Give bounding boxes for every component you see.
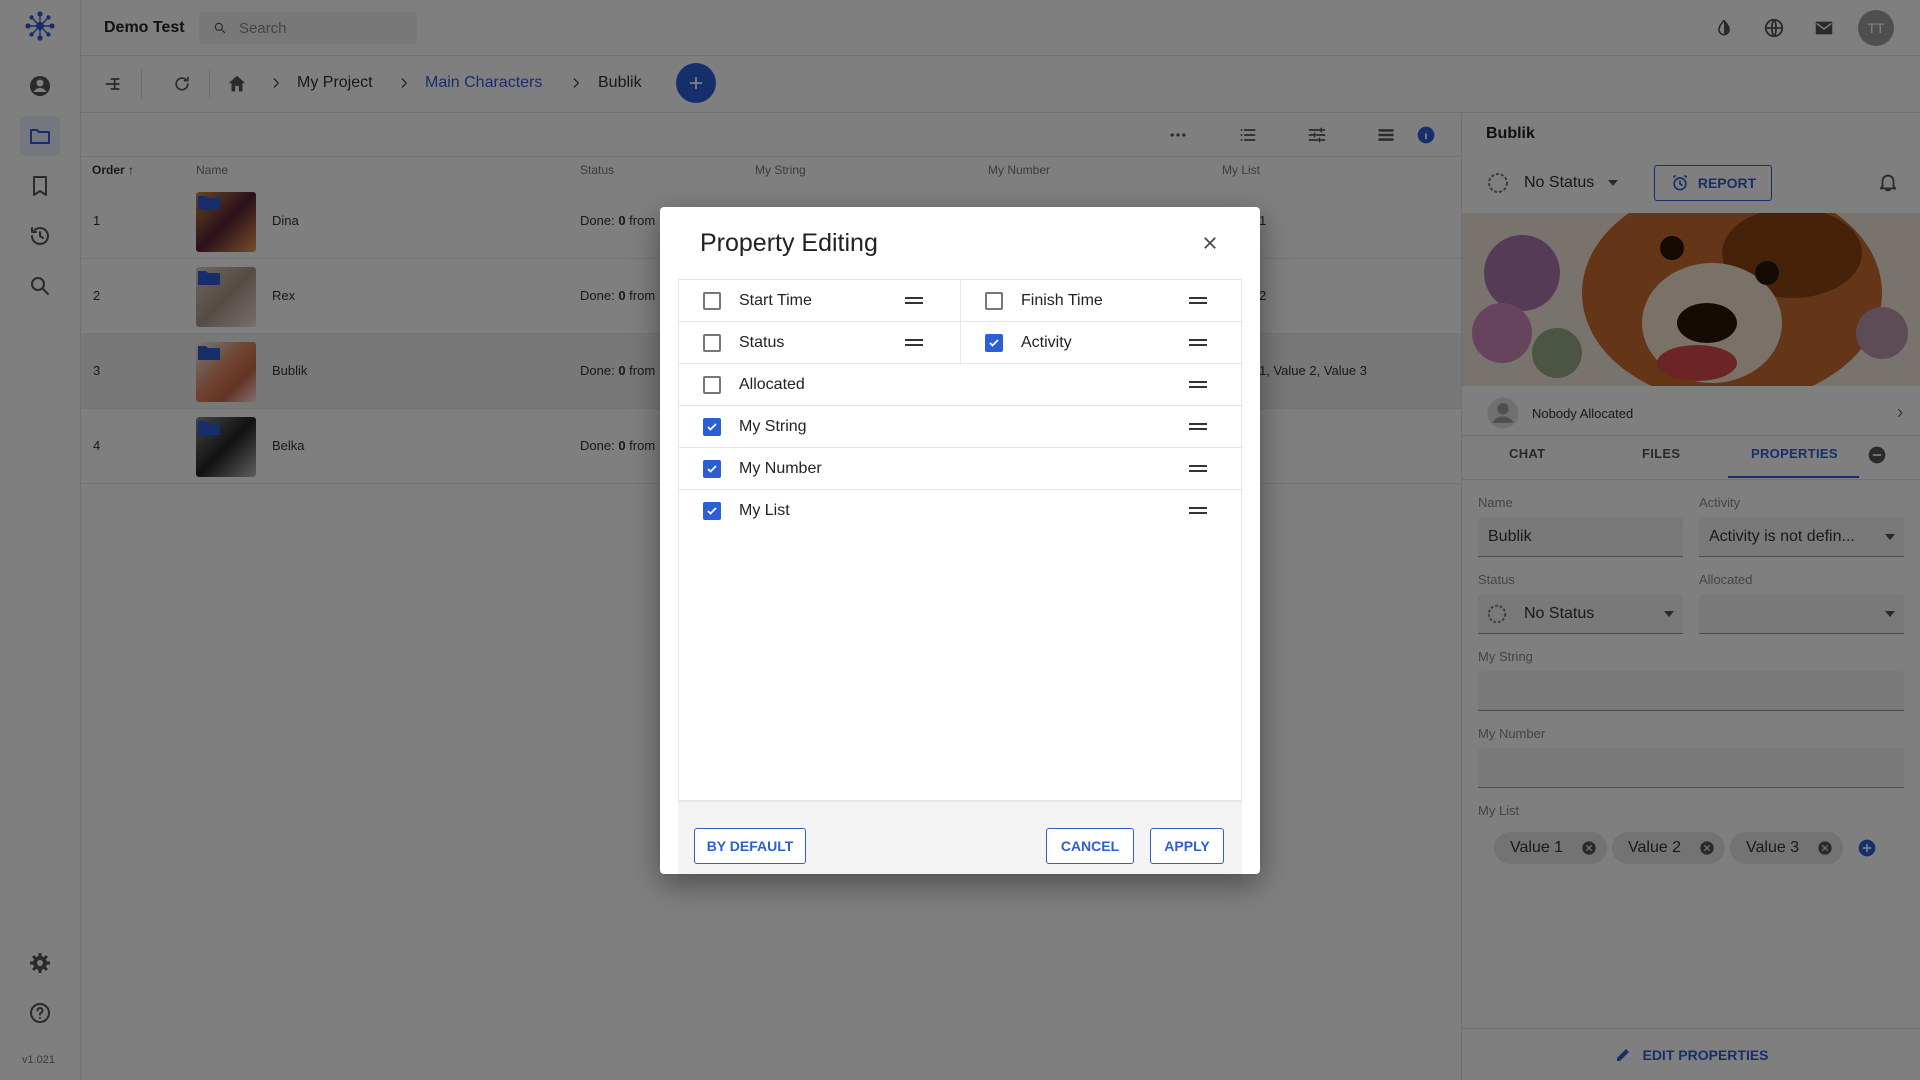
apply-button[interactable]: APPLY bbox=[1150, 828, 1224, 864]
close-icon[interactable] bbox=[1198, 231, 1222, 255]
checkbox-my-list[interactable] bbox=[703, 502, 721, 520]
property-item-status[interactable]: Status bbox=[679, 322, 961, 364]
by-default-button[interactable]: BY DEFAULT bbox=[694, 828, 806, 864]
drag-handle-icon[interactable] bbox=[1189, 422, 1207, 432]
property-editing-dialog: Property Editing Start Time Finish Time … bbox=[660, 207, 1260, 874]
checkbox-finish-time[interactable] bbox=[985, 292, 1003, 310]
property-item-allocated[interactable]: Allocated bbox=[679, 364, 1243, 406]
drag-handle-icon[interactable] bbox=[1189, 296, 1207, 306]
drag-handle-icon[interactable] bbox=[1189, 506, 1207, 516]
dialog-title: Property Editing bbox=[700, 229, 878, 257]
checkmark-icon bbox=[707, 423, 717, 431]
property-item-start-time[interactable]: Start Time bbox=[679, 280, 961, 322]
dialog-footer: BY DEFAULT CANCEL APPLY bbox=[678, 801, 1242, 874]
drag-handle-icon[interactable] bbox=[1189, 464, 1207, 474]
checkmark-icon bbox=[707, 507, 717, 515]
checkbox-my-string[interactable] bbox=[703, 418, 721, 436]
cancel-button[interactable]: CANCEL bbox=[1046, 828, 1134, 864]
property-item-finish-time[interactable]: Finish Time bbox=[961, 280, 1243, 322]
checkbox-allocated[interactable] bbox=[703, 376, 721, 394]
checkmark-icon bbox=[707, 465, 717, 473]
property-item-activity[interactable]: Activity bbox=[961, 322, 1243, 364]
property-item-my-number[interactable]: My Number bbox=[679, 448, 1243, 490]
checkmark-icon bbox=[989, 339, 999, 347]
drag-handle-icon[interactable] bbox=[905, 296, 923, 306]
checkbox-activity[interactable] bbox=[985, 334, 1003, 352]
drag-handle-icon[interactable] bbox=[1189, 380, 1207, 390]
checkbox-start-time[interactable] bbox=[703, 292, 721, 310]
property-item-my-string[interactable]: My String bbox=[679, 406, 1243, 448]
checkbox-status[interactable] bbox=[703, 334, 721, 352]
drag-handle-icon[interactable] bbox=[1189, 338, 1207, 348]
property-item-my-list[interactable]: My List bbox=[679, 490, 1243, 532]
property-list: Start Time Finish Time Status Activity A… bbox=[678, 279, 1243, 801]
drag-handle-icon[interactable] bbox=[905, 338, 923, 348]
checkbox-my-number[interactable] bbox=[703, 460, 721, 478]
